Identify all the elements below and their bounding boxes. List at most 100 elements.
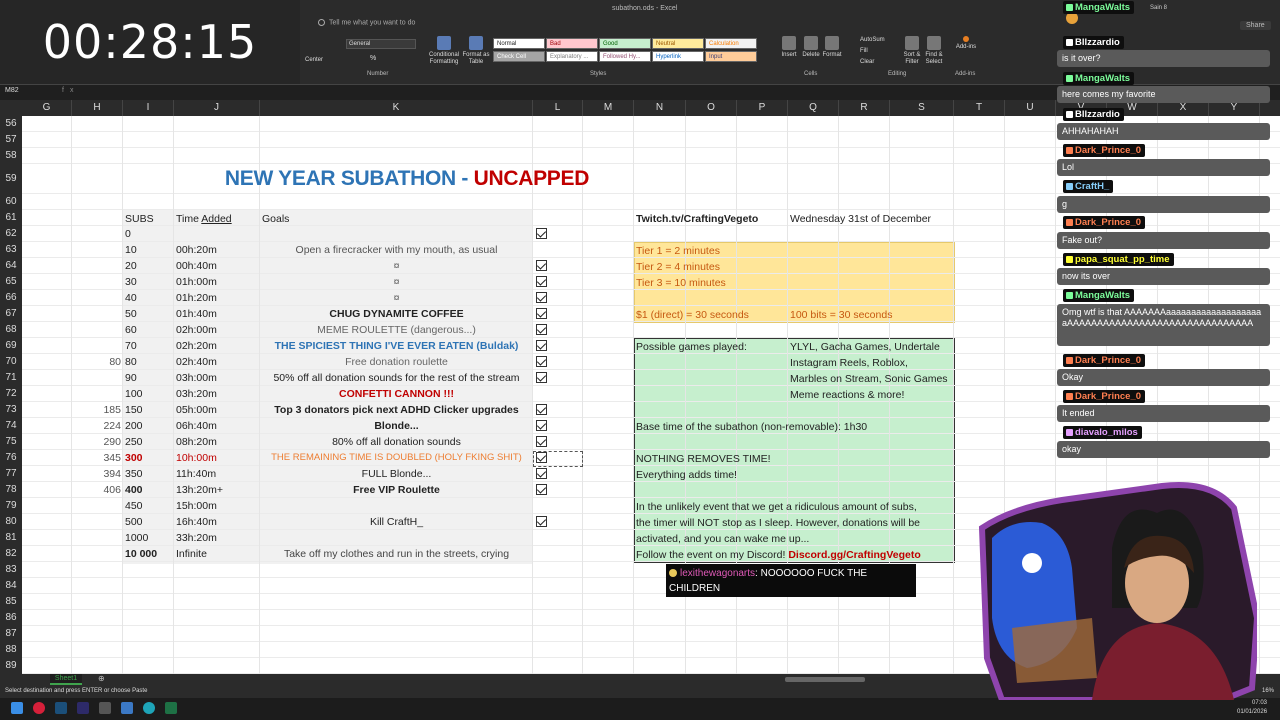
row-header-73[interactable]: 73 — [0, 402, 22, 418]
goal-cell[interactable]: ¤ — [260, 258, 533, 274]
sub-count-cell[interactable]: 394 — [72, 466, 121, 482]
row-header-84[interactable]: 84 — [0, 578, 22, 594]
subs-cell[interactable]: 10 — [125, 242, 173, 258]
goal-cell[interactable]: CONFETTI CANNON !!! — [260, 386, 533, 402]
time-cell[interactable]: 10h:00m — [176, 450, 258, 466]
style-calculation[interactable]: Calculation — [705, 38, 757, 49]
conditional-formatting-button[interactable]: Conditional Formatting — [425, 36, 463, 66]
row-header-57[interactable]: 57 — [0, 132, 22, 148]
goal-cell[interactable]: 50% off all donation sounds for the rest… — [260, 370, 533, 386]
time-cell[interactable]: 00h:40m — [176, 258, 258, 274]
row-header-67[interactable]: 67 — [0, 306, 22, 322]
games-line-4[interactable]: Meme reactions & more! — [790, 387, 904, 403]
row-header-74[interactable]: 74 — [0, 418, 22, 434]
subs-cell[interactable]: 150 — [125, 402, 173, 418]
goal-checkbox[interactable] — [536, 340, 547, 351]
format-button[interactable]: Format — [821, 36, 843, 59]
goal-cell[interactable]: ¤ — [260, 290, 533, 306]
row-header-77[interactable]: 77 — [0, 466, 22, 482]
row-header-81[interactable]: 81 — [0, 530, 22, 546]
column-header-o[interactable]: O — [686, 100, 737, 116]
goal-checkbox[interactable] — [536, 468, 547, 479]
goal-cell[interactable]: Free donation roulette — [260, 354, 533, 370]
goal-checkbox[interactable] — [536, 260, 547, 271]
time-cell[interactable]: 08h:20m — [176, 434, 258, 450]
row-header-71[interactable]: 71 — [0, 370, 22, 386]
time-cell[interactable]: 03h:00m — [176, 370, 258, 386]
time-cell[interactable]: 06h:40m — [176, 418, 258, 434]
games-line-1[interactable]: YLYL, Gacha Games, Undertale — [790, 339, 940, 355]
goal-checkbox[interactable] — [536, 308, 547, 319]
style-good[interactable]: Good — [599, 38, 651, 49]
subs-cell[interactable]: 450 — [125, 498, 173, 514]
style-check-cell[interactable]: Check Cell — [493, 51, 545, 62]
goal-cell[interactable] — [260, 498, 533, 514]
row-header-66[interactable]: 66 — [0, 290, 22, 306]
column-header-u[interactable]: U — [1005, 100, 1056, 116]
horizontal-scrollbar[interactable] — [785, 677, 865, 682]
goal-checkbox[interactable] — [536, 420, 547, 431]
time-cell[interactable]: 03h:20m — [176, 386, 258, 402]
subs-cell[interactable]: 90 — [125, 370, 173, 386]
fx-icon[interactable]: fx — [62, 87, 79, 94]
discord-line[interactable]: Follow the event on my Discord! Discord.… — [636, 547, 921, 563]
bits-text[interactable]: 100 bits = 30 seconds — [790, 307, 892, 323]
column-header-l[interactable]: L — [533, 100, 583, 116]
row-header-56[interactable]: 56 — [0, 116, 22, 132]
row-header-88[interactable]: 88 — [0, 642, 22, 658]
fill-button[interactable]: Fill — [860, 48, 868, 54]
style-explanatory[interactable]: Explanatory ... — [546, 51, 598, 62]
games-line-2[interactable]: Instagram Reels, Roblox, — [790, 355, 908, 371]
premiere-icon[interactable] — [77, 702, 89, 714]
edge-icon[interactable] — [143, 702, 155, 714]
tier3-text[interactable]: Tier 3 = 10 minutes — [636, 275, 726, 291]
goal-checkbox[interactable] — [536, 324, 547, 335]
row-header-85[interactable]: 85 — [0, 594, 22, 610]
subs-cell[interactable]: 60 — [125, 322, 173, 338]
column-header-i[interactable]: I — [123, 100, 174, 116]
subs-cell[interactable]: 50 — [125, 306, 173, 322]
nothing-removes-text[interactable]: NOTHING REMOVES TIME! — [636, 451, 771, 467]
column-header-p[interactable]: P — [737, 100, 788, 116]
style-bad[interactable]: Bad — [546, 38, 598, 49]
subs-cell[interactable]: 1000 — [125, 530, 173, 546]
subs-cell[interactable]: 10 000 — [125, 546, 173, 562]
goal-cell[interactable]: THE SPICIEST THING I'VE EVER EATEN (Buld… — [260, 338, 533, 354]
column-header-q[interactable]: Q — [788, 100, 839, 116]
row-header-68[interactable]: 68 — [0, 322, 22, 338]
subs-cell[interactable]: 20 — [125, 258, 173, 274]
number-format-dropdown[interactable]: General — [346, 39, 416, 49]
sub-count-cell[interactable]: 290 — [72, 434, 121, 450]
column-header-s[interactable]: S — [890, 100, 954, 116]
goal-cell[interactable]: Free VIP Roulette — [260, 482, 533, 498]
goal-checkbox[interactable] — [536, 436, 547, 447]
autosum-button[interactable]: AutoSum — [860, 37, 885, 43]
sub-count-cell[interactable]: 345 — [72, 450, 121, 466]
opera-icon[interactable] — [33, 702, 45, 714]
subs-cell[interactable]: 70 — [125, 338, 173, 354]
column-header-k[interactable]: K — [260, 100, 533, 116]
goal-checkbox[interactable] — [536, 276, 547, 287]
goal-cell[interactable]: Blonde... — [260, 418, 533, 434]
goal-cell[interactable]: 80% off all donation sounds — [260, 434, 533, 450]
header-goals[interactable]: Goals — [262, 211, 289, 227]
goal-checkbox[interactable] — [536, 228, 547, 239]
subs-cell[interactable]: 200 — [125, 418, 173, 434]
row-header-60[interactable]: 60 — [0, 194, 22, 210]
goal-checkbox[interactable] — [536, 292, 547, 303]
time-cell[interactable]: 13h:20m+ — [176, 482, 258, 498]
goal-cell[interactable] — [260, 530, 533, 546]
row-header-76[interactable]: 76 — [0, 450, 22, 466]
delete-button[interactable]: Delete — [799, 36, 823, 59]
clear-button[interactable]: Clear — [860, 59, 874, 65]
goal-checkbox[interactable] — [536, 372, 547, 383]
tier1-text[interactable]: Tier 1 = 2 minutes — [636, 243, 720, 259]
time-cell[interactable]: 15h:00m — [176, 498, 258, 514]
column-header-r[interactable]: R — [839, 100, 890, 116]
row-header-82[interactable]: 82 — [0, 546, 22, 562]
row-header-63[interactable]: 63 — [0, 242, 22, 258]
goal-cell[interactable]: Top 3 donators pick next ADHD Clicker up… — [260, 402, 533, 418]
row-header-78[interactable]: 78 — [0, 482, 22, 498]
column-header-t[interactable]: T — [954, 100, 1005, 116]
time-cell[interactable]: 00h:20m — [176, 242, 258, 258]
